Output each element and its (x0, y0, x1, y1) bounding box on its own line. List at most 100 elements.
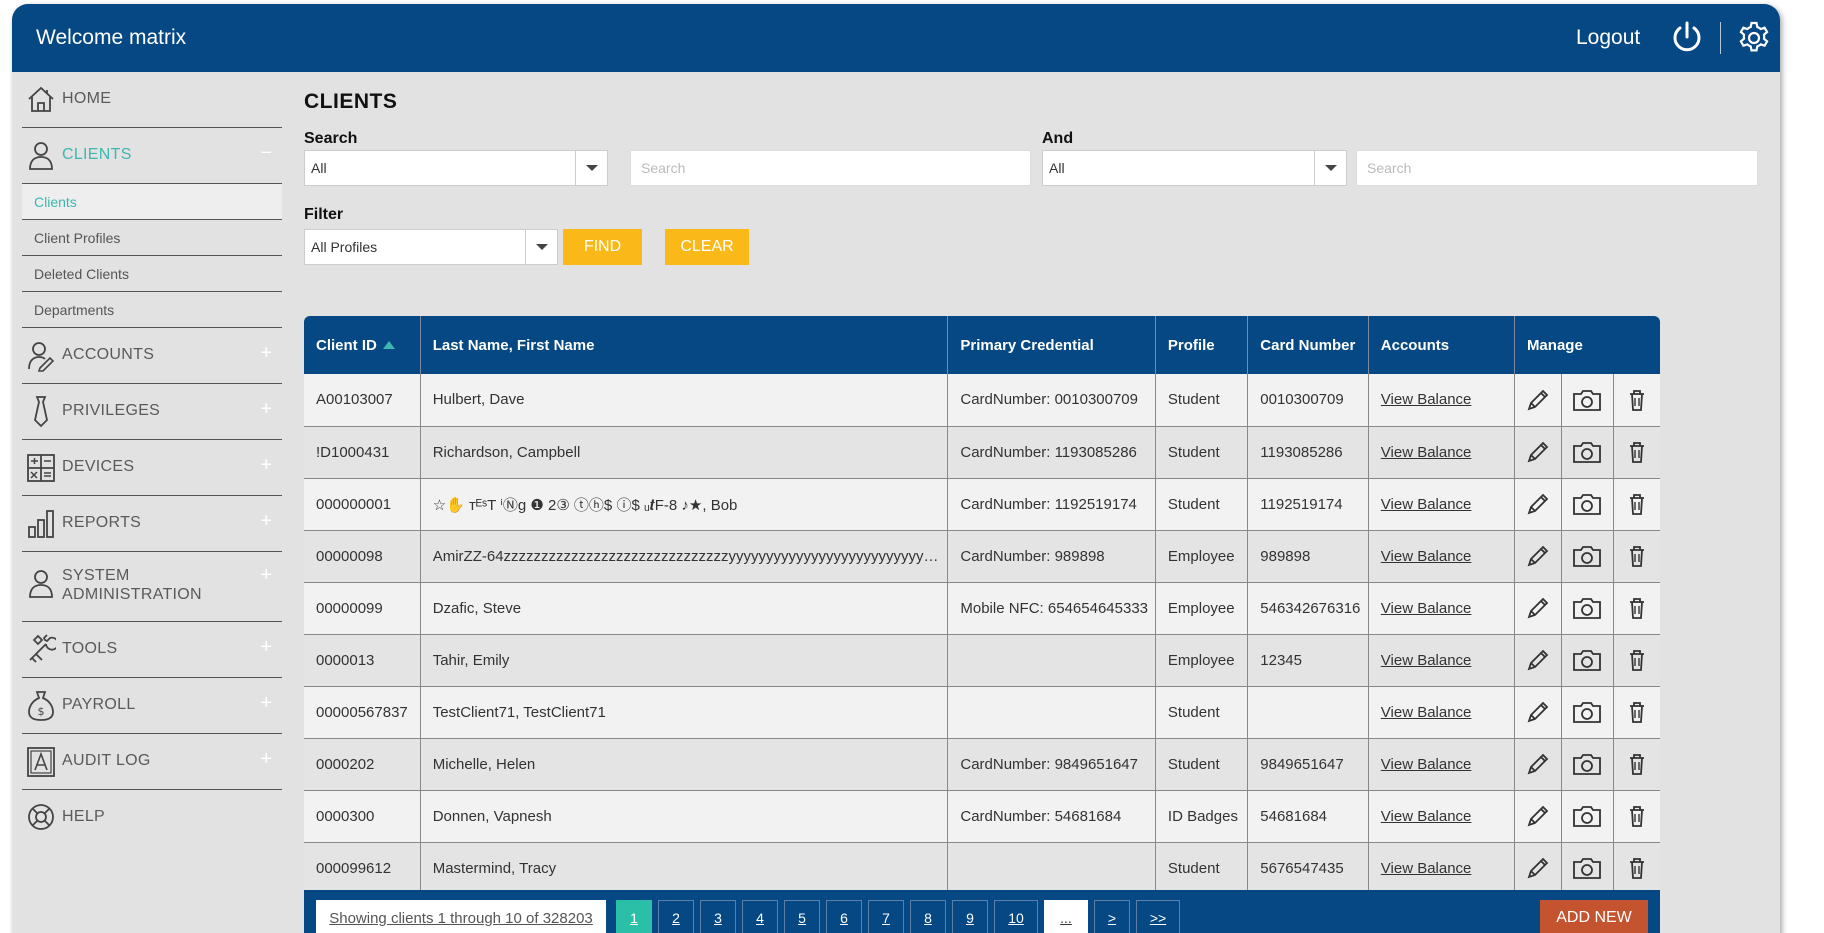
table-row[interactable]: 00000099 Dzafic, Steve Mobile NFC: 6546546… (304, 582, 1660, 635)
trash-icon[interactable] (1613, 478, 1660, 531)
sidebar-item-privileges[interactable]: PRIVILEGES + (22, 384, 282, 440)
page-number[interactable]: 6 (826, 900, 862, 933)
page-number[interactable]: 10 (994, 900, 1038, 933)
subnav-clients[interactable]: Clients (22, 184, 282, 220)
expand-icon[interactable]: + (260, 342, 272, 365)
expand-icon[interactable]: + (260, 748, 272, 771)
sidebar-item-accounts[interactable]: ACCOUNTS + (22, 328, 282, 384)
view-balance-link[interactable]: View Balance (1381, 860, 1472, 877)
trash-icon[interactable] (1613, 530, 1660, 583)
column-header-client-id[interactable]: Client ID (304, 316, 421, 374)
clear-button[interactable]: CLEAR (665, 229, 749, 265)
trash-icon[interactable] (1613, 582, 1660, 635)
trash-icon[interactable] (1613, 426, 1660, 479)
table-row[interactable]: 0000013 Tahir, Emily Employee 12345 View Bal… (304, 634, 1660, 687)
camera-icon[interactable] (1561, 374, 1615, 427)
view-balance-link[interactable]: View Balance (1381, 652, 1472, 669)
sidebar-item-audit-log[interactable]: AUDIT LOG + (22, 734, 282, 790)
camera-icon[interactable] (1561, 738, 1615, 791)
trash-icon[interactable] (1613, 634, 1660, 687)
page-number[interactable]: 9 (952, 900, 988, 933)
sidebar-item-devices[interactable]: DEVICES + (22, 440, 282, 496)
view-balance-link[interactable]: View Balance (1381, 704, 1472, 721)
sidebar-item-home[interactable]: HOME (22, 72, 282, 128)
table-row[interactable]: 000099612 Mastermind, Tracy Student 5676547… (304, 842, 1660, 895)
camera-icon[interactable] (1561, 530, 1615, 583)
view-balance-link[interactable]: View Balance (1381, 756, 1472, 773)
expand-icon[interactable]: + (260, 564, 272, 587)
camera-icon[interactable] (1561, 790, 1615, 843)
trash-icon[interactable] (1613, 842, 1660, 895)
table-row[interactable]: 00000567837 TestClient71, TestClient71 Stu… (304, 686, 1660, 739)
edit-icon[interactable] (1514, 738, 1562, 791)
view-balance-link[interactable]: View Balance (1381, 600, 1472, 617)
subnav-deleted-clients[interactable]: Deleted Clients (22, 256, 282, 292)
expand-icon[interactable]: + (260, 398, 272, 421)
search-input-2[interactable]: Search (1356, 150, 1758, 186)
expand-icon[interactable]: + (260, 454, 272, 477)
view-balance-link[interactable]: View Balance (1381, 548, 1472, 565)
showing-count[interactable]: Showing clients 1 through 10 of 328203 (316, 900, 606, 933)
view-balance-link[interactable]: View Balance (1381, 444, 1472, 461)
sidebar-item-help[interactable]: HELP (22, 790, 282, 846)
gear-icon[interactable] (1736, 20, 1772, 56)
column-header-primary-credential[interactable]: Primary Credential (947, 316, 1156, 374)
sidebar-item-payroll[interactable]: $ PAYROLL + (22, 678, 282, 734)
edit-icon[interactable] (1514, 478, 1562, 531)
profile-filter-select[interactable]: All Profiles (304, 229, 558, 265)
search-field-select[interactable]: All (304, 150, 608, 186)
table-row[interactable]: 0000300 Donnen, Vapnesh CardNumber: 546816… (304, 790, 1660, 843)
page-number[interactable]: 8 (910, 900, 946, 933)
camera-icon[interactable] (1561, 686, 1615, 739)
expand-icon[interactable]: + (260, 510, 272, 533)
page-number[interactable]: 4 (742, 900, 778, 933)
expand-icon[interactable]: + (260, 692, 272, 715)
edit-icon[interactable] (1514, 426, 1562, 479)
edit-icon[interactable] (1514, 790, 1562, 843)
edit-icon[interactable] (1514, 582, 1562, 635)
and-field-select[interactable]: All (1042, 150, 1347, 186)
add-new-button[interactable]: ADD NEW (1540, 900, 1648, 933)
table-row[interactable]: 000000001 ☆✋ ᴛᴱˢT ⁱⓃg ❶ 2③ ⓣⓗ$ ⓘ$ ᵤ𝒕F-8 ♪… (304, 478, 1660, 531)
trash-icon[interactable] (1613, 686, 1660, 739)
camera-icon[interactable] (1561, 634, 1615, 687)
page-next[interactable]: > (1094, 900, 1130, 933)
page-number[interactable]: 3 (700, 900, 736, 933)
page-number[interactable]: 5 (784, 900, 820, 933)
trash-icon[interactable] (1613, 374, 1660, 427)
edit-icon[interactable] (1514, 686, 1562, 739)
table-row[interactable]: 0000202 Michelle, Helen CardNumber: 984965… (304, 738, 1660, 791)
camera-icon[interactable] (1561, 842, 1615, 895)
page-number[interactable]: 7 (868, 900, 904, 933)
sidebar-item-reports[interactable]: REPORTS + (22, 496, 282, 552)
camera-icon[interactable] (1561, 426, 1615, 479)
expand-icon[interactable]: + (260, 636, 272, 659)
camera-icon[interactable] (1561, 582, 1615, 635)
view-balance-link[interactable]: View Balance (1381, 496, 1472, 513)
table-row[interactable]: !D1000431 Richardson, Campbell CardNumber:… (304, 426, 1660, 479)
edit-icon[interactable] (1514, 374, 1562, 427)
view-balance-link[interactable]: View Balance (1381, 808, 1472, 825)
collapse-icon[interactable]: − (260, 142, 272, 165)
page-number[interactable]: 2 (658, 900, 694, 933)
table-row[interactable]: A00103007 Hulbert, Dave CardNumber: 001030… (304, 374, 1660, 427)
trash-icon[interactable] (1613, 738, 1660, 791)
page-number[interactable]: 1 (616, 900, 652, 933)
sidebar-item-tools[interactable]: TOOLS + (22, 622, 282, 678)
search-input[interactable]: Search (630, 150, 1031, 186)
power-icon[interactable] (1670, 20, 1704, 54)
column-header-profile[interactable]: Profile (1155, 316, 1249, 374)
edit-icon[interactable] (1514, 634, 1562, 687)
trash-icon[interactable] (1613, 790, 1660, 843)
page-last[interactable]: >> (1136, 900, 1180, 933)
edit-icon[interactable] (1514, 530, 1562, 583)
sidebar-item-clients[interactable]: CLIENTS − (22, 128, 282, 184)
edit-icon[interactable] (1514, 842, 1562, 895)
find-button[interactable]: FIND (563, 229, 642, 265)
column-header-card-number[interactable]: Card Number (1247, 316, 1369, 374)
view-balance-link[interactable]: View Balance (1381, 391, 1472, 408)
subnav-departments[interactable]: Departments (22, 292, 282, 328)
sidebar-item-system-administration[interactable]: SYSTEM ADMINISTRATION + (22, 552, 282, 622)
logout-link[interactable]: Logout (1576, 26, 1640, 50)
subnav-client-profiles[interactable]: Client Profiles (22, 220, 282, 256)
